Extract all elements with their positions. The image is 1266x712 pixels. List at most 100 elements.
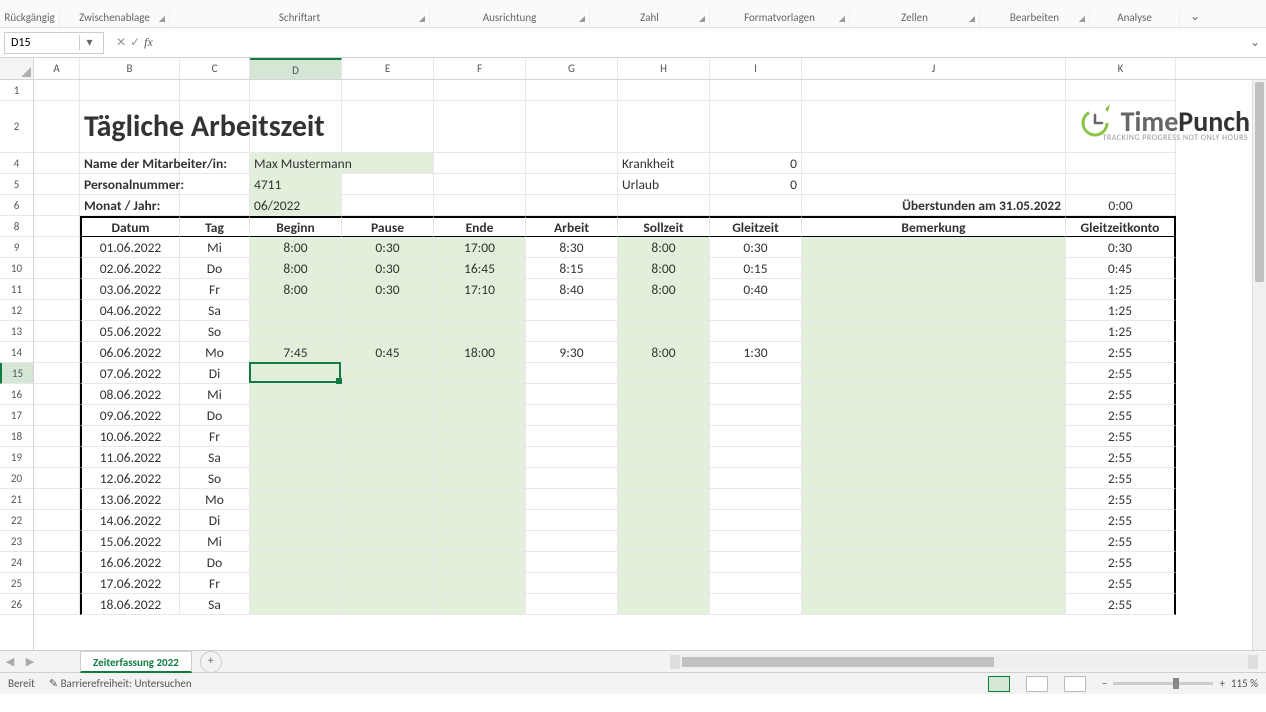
cell[interactable] <box>180 153 250 174</box>
cell-remark[interactable] <box>802 384 1066 405</box>
cell[interactable] <box>434 80 526 101</box>
cell[interactable] <box>180 174 250 195</box>
cell[interactable] <box>34 101 80 153</box>
cell-gleit[interactable]: 0:40 <box>710 279 802 300</box>
cell-remark[interactable] <box>802 258 1066 279</box>
cell-remark[interactable] <box>802 468 1066 489</box>
cell[interactable] <box>342 174 434 195</box>
cell[interactable] <box>526 174 618 195</box>
cell-work[interactable]: 8:30 <box>526 237 618 258</box>
cell-gleit[interactable] <box>710 594 802 615</box>
cell[interactable] <box>34 510 80 531</box>
cell-day[interactable]: Di <box>180 510 250 531</box>
ribbon-group-analyse[interactable]: Analyse <box>1090 11 1180 27</box>
row-header-14[interactable]: 14 <box>0 342 33 363</box>
cell-date[interactable]: 16.06.2022 <box>80 552 180 573</box>
cell-remark[interactable] <box>802 300 1066 321</box>
cell-pause[interactable] <box>342 468 434 489</box>
cell-gleit[interactable] <box>710 447 802 468</box>
cell-konto[interactable]: 2:55 <box>1066 426 1176 447</box>
collapse-ribbon-icon[interactable]: ⌄ <box>1180 9 1210 27</box>
cell-end[interactable] <box>434 300 526 321</box>
cell-day[interactable]: Do <box>180 552 250 573</box>
cell-gleit[interactable] <box>710 531 802 552</box>
cell-work[interactable] <box>526 363 618 384</box>
cell-date[interactable]: 01.06.2022 <box>80 237 180 258</box>
table-header-0[interactable]: Datum <box>80 216 180 237</box>
cell-soll[interactable] <box>618 447 710 468</box>
ribbon-group-rückgängig[interactable]: Rückgängig <box>0 11 60 27</box>
label-overtime[interactable]: Überstunden am 31.05.2022 <box>802 195 1066 216</box>
cell-remark[interactable] <box>802 279 1066 300</box>
cell-begin[interactable] <box>250 363 342 384</box>
cell[interactable] <box>526 101 618 153</box>
cell[interactable] <box>34 447 80 468</box>
cell-remark[interactable] <box>802 426 1066 447</box>
cell-remark[interactable] <box>802 342 1066 363</box>
row-header-17[interactable]: 17 <box>0 405 33 426</box>
cell-konto[interactable]: 2:55 <box>1066 342 1176 363</box>
cell-pause[interactable] <box>342 594 434 615</box>
cell[interactable] <box>710 101 802 153</box>
cell-date[interactable]: 18.06.2022 <box>80 594 180 615</box>
value-month[interactable]: 06/2022 <box>250 195 342 216</box>
cell-pause[interactable]: 0:30 <box>342 237 434 258</box>
cell-end[interactable] <box>434 321 526 342</box>
cell-konto[interactable]: 2:55 <box>1066 552 1176 573</box>
tab-nav-next[interactable]: ▶ <box>20 655 40 668</box>
dialog-launcher-icon[interactable]: ◢ <box>419 14 425 24</box>
cell[interactable] <box>342 80 434 101</box>
cell-begin[interactable] <box>250 321 342 342</box>
cell[interactable] <box>710 195 802 216</box>
table-header-9[interactable]: Gleitzeitkonto <box>1066 216 1176 237</box>
cell-day[interactable]: Mi <box>180 531 250 552</box>
row-header-6[interactable]: 6 <box>0 195 33 216</box>
cell[interactable] <box>342 101 434 153</box>
row-header-22[interactable]: 22 <box>0 510 33 531</box>
cell-gleit[interactable] <box>710 426 802 447</box>
cell-remark[interactable] <box>802 447 1066 468</box>
status-accessibility[interactable]: ✎ Barrierefreiheit: Untersuchen <box>49 677 192 690</box>
cell-gleit[interactable] <box>710 552 802 573</box>
value-pers[interactable]: 4711 <box>250 174 342 195</box>
cell-end[interactable] <box>434 552 526 573</box>
cell-end[interactable] <box>434 510 526 531</box>
cell[interactable] <box>34 573 80 594</box>
table-header-2[interactable]: Beginn <box>250 216 342 237</box>
insert-function-icon[interactable]: fx <box>144 35 153 50</box>
column-header-D[interactable]: D <box>250 58 342 79</box>
cell-pause[interactable] <box>342 489 434 510</box>
cell[interactable] <box>526 153 618 174</box>
cell-begin[interactable] <box>250 300 342 321</box>
cell[interactable] <box>34 342 80 363</box>
cell-date[interactable]: 17.06.2022 <box>80 573 180 594</box>
cell[interactable] <box>1066 80 1176 101</box>
cell-pause[interactable] <box>342 426 434 447</box>
cell[interactable] <box>342 195 434 216</box>
cell-date[interactable]: 13.06.2022 <box>80 489 180 510</box>
cell-remark[interactable] <box>802 594 1066 615</box>
cell-day[interactable]: Sa <box>180 300 250 321</box>
cell-work[interactable] <box>526 300 618 321</box>
cell[interactable] <box>618 101 710 153</box>
cell-day[interactable]: Sa <box>180 447 250 468</box>
cell-date[interactable]: 10.06.2022 <box>80 426 180 447</box>
cell-day[interactable]: Mo <box>180 342 250 363</box>
cell-day[interactable]: Mi <box>180 384 250 405</box>
cell-konto[interactable]: 2:55 <box>1066 468 1176 489</box>
table-header-4[interactable]: Ende <box>434 216 526 237</box>
cell-date[interactable]: 06.06.2022 <box>80 342 180 363</box>
ribbon-group-zahl[interactable]: Zahl◢ <box>590 11 710 27</box>
cell-konto[interactable]: 2:55 <box>1066 489 1176 510</box>
cell[interactable] <box>618 80 710 101</box>
cell-work[interactable] <box>526 489 618 510</box>
expand-formula-bar-icon[interactable]: ⌄ <box>1250 35 1260 50</box>
cell-end[interactable] <box>434 384 526 405</box>
cell-pause[interactable] <box>342 363 434 384</box>
ribbon-group-zellen[interactable]: Zellen◢ <box>850 11 980 27</box>
column-header-B[interactable]: B <box>80 58 180 79</box>
cell[interactable] <box>34 279 80 300</box>
cell-work[interactable] <box>526 552 618 573</box>
cell-day[interactable]: Fr <box>180 279 250 300</box>
cell-day[interactable]: So <box>180 468 250 489</box>
